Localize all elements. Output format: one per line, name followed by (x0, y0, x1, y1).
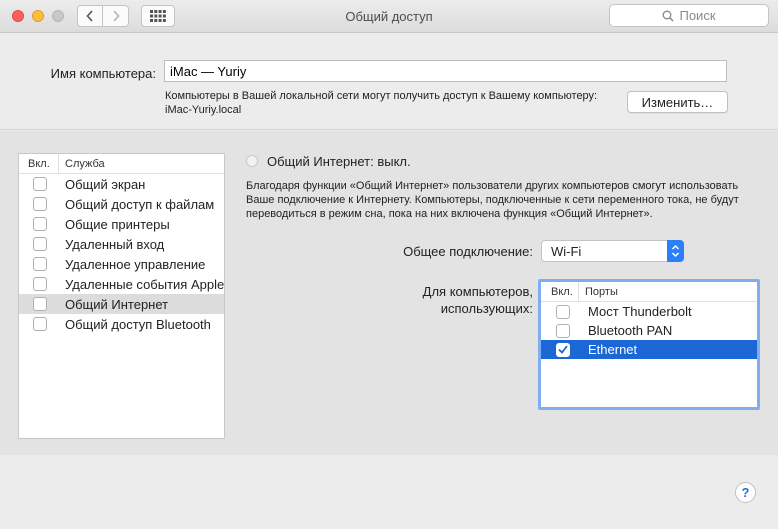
services-table[interactable]: Вкл. Служба Общий экран Общий доступ к фа… (18, 153, 225, 439)
column-header-on[interactable]: Вкл. (541, 282, 579, 301)
checkmark-icon (558, 345, 568, 354)
service-checkbox[interactable] (33, 217, 47, 231)
zoom-window-button[interactable] (52, 10, 64, 22)
to-computers-label-line1: Для компьютеров, (422, 284, 533, 299)
title-bar: Общий доступ Поиск (0, 0, 778, 33)
chevron-right-icon (112, 10, 120, 22)
service-status-title: Общий Интернет: выкл. (267, 154, 411, 169)
to-computers-label: Для компьютеров, использующих: (360, 283, 533, 317)
service-row[interactable]: Удаленное управление (19, 254, 224, 274)
ports-table[interactable]: Вкл. Порты Мост Thunderbolt Bluetooth PAN… (538, 279, 760, 410)
service-row[interactable]: Удаленные события Apple (19, 274, 224, 294)
port-label: Мост Thunderbolt (588, 304, 692, 319)
computer-name-field[interactable] (164, 60, 727, 82)
show-all-button[interactable] (141, 5, 175, 27)
bottom-pane (0, 455, 778, 529)
service-checkbox[interactable] (33, 237, 47, 251)
search-field[interactable]: Поиск (609, 4, 769, 27)
minimize-window-button[interactable] (32, 10, 44, 22)
service-label: Удаленные события Apple (65, 276, 225, 292)
service-checkbox[interactable] (33, 257, 47, 271)
edit-computer-name-button[interactable]: Изменить… (627, 91, 728, 113)
service-label: Общий Интернет (65, 296, 169, 312)
service-checkbox[interactable] (33, 177, 47, 191)
service-checkbox[interactable] (33, 317, 47, 331)
computer-name-label: Имя компьютера: (50, 66, 156, 81)
computer-name-description: Компьютеры в Вашей локальной сети могут … (165, 90, 598, 116)
port-row[interactable]: Bluetooth PAN (541, 321, 757, 340)
search-placeholder: Поиск (679, 8, 716, 23)
popup-arrows-icon (667, 240, 684, 262)
search-icon (663, 10, 675, 22)
port-checkbox[interactable] (556, 304, 570, 319)
service-description: Благодаря функции «Общий Интернет» польз… (246, 180, 739, 220)
column-header-on[interactable]: Вкл. (19, 154, 59, 173)
service-row[interactable]: Общий доступ к файлам (19, 194, 224, 214)
service-label: Общий доступ Bluetooth (65, 316, 211, 332)
help-button[interactable]: ? (735, 482, 756, 503)
port-row[interactable]: Мост Thunderbolt (541, 302, 757, 321)
service-row[interactable]: Общий экран (19, 174, 224, 194)
port-row[interactable]: Ethernet (541, 340, 757, 359)
port-checkbox[interactable] (556, 323, 570, 338)
port-label: Bluetooth PAN (588, 323, 673, 338)
column-header-ports[interactable]: Порты (579, 286, 618, 298)
port-label: Ethernet (588, 342, 638, 357)
forward-button[interactable] (103, 5, 129, 27)
computer-name-pane: Имя компьютера: Компьютеры в Вашей локал… (0, 33, 778, 130)
service-row[interactable]: Общий доступ Bluetooth (19, 314, 224, 334)
services-table-header: Вкл. Служба (19, 154, 224, 174)
close-window-button[interactable] (12, 10, 24, 22)
chevron-left-icon (86, 10, 93, 22)
share-connection-popup[interactable]: Wi-Fi (541, 240, 684, 262)
service-label: Общий экран (65, 176, 146, 192)
service-checkbox[interactable] (33, 197, 47, 211)
share-connection-label: Общее подключение: (403, 244, 533, 259)
main-pane: Вкл. Служба Общий экран Общий доступ к фа… (0, 131, 778, 455)
service-label: Общий доступ к файлам (65, 196, 215, 212)
service-checkbox[interactable] (33, 297, 47, 311)
share-connection-value: Wi-Fi (551, 243, 582, 259)
service-label: Общие принтеры (65, 216, 170, 232)
column-header-service[interactable]: Служба (59, 158, 105, 170)
status-indicator (246, 155, 258, 167)
service-checkbox[interactable] (33, 277, 47, 291)
service-row[interactable]: Общий Интернет (19, 294, 224, 314)
port-checkbox[interactable] (556, 342, 570, 357)
service-label: Удаленный вход (65, 236, 165, 252)
to-computers-label-line2: использующих: (440, 301, 533, 316)
service-row[interactable]: Удаленный вход (19, 234, 224, 254)
service-row[interactable]: Общие принтеры (19, 214, 224, 234)
ports-table-header: Вкл. Порты (541, 282, 757, 302)
grid-icon (150, 10, 166, 22)
service-label: Удаленное управление (65, 256, 206, 272)
back-button[interactable] (77, 5, 103, 27)
